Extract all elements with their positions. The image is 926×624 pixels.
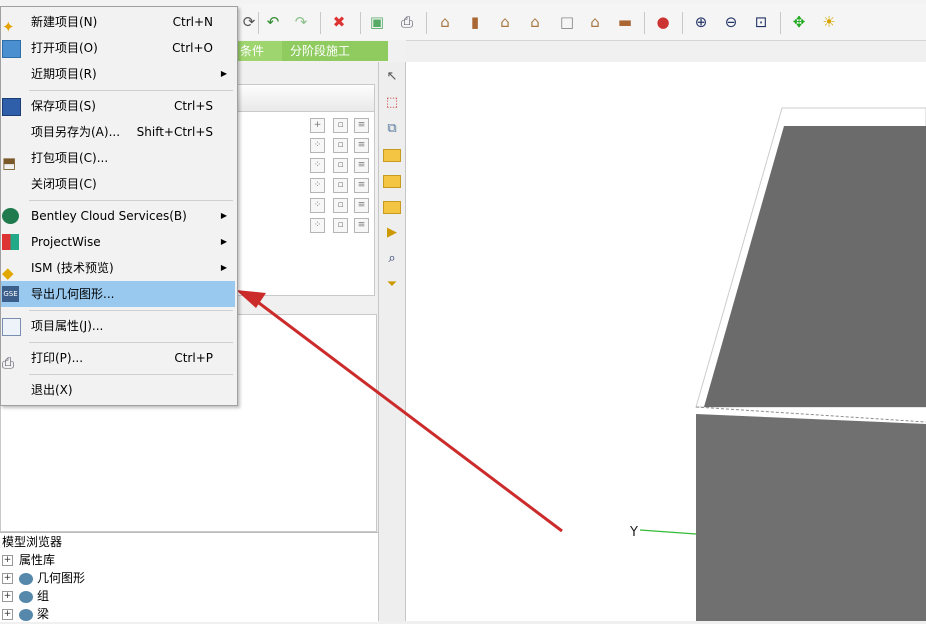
menu-item-recent-projects[interactable]: 近期项目(R) ▶: [1, 61, 235, 87]
menu-item-export-geometry[interactable]: GSE 导出几何图形...: [1, 281, 235, 307]
print-icon: ⎙: [2, 354, 15, 372]
submenu-arrow-icon: ▶: [220, 69, 227, 78]
menu-item-new-project[interactable]: ✦ 新建项目(N) Ctrl+N: [1, 9, 235, 36]
menu-item-print[interactable]: ⎙ 打印(P)... Ctrl+P: [1, 345, 235, 372]
properties-icon: [2, 318, 21, 336]
new-project-icon: ✦: [2, 18, 15, 36]
menu-item-exit[interactable]: 退出(X): [1, 377, 235, 403]
menu-item-projectwise[interactable]: ProjectWise ▶: [1, 229, 235, 255]
menu-item-open-project[interactable]: 打开项目(O) Ctrl+O: [1, 35, 235, 61]
file-menu: ✦ 新建项目(N) Ctrl+N 打开项目(O) Ctrl+O 近期项目(R) ▶ 保…: [0, 6, 238, 406]
menu-item-project-properties[interactable]: 项目属性(J)...: [1, 313, 235, 339]
open-project-icon: [2, 40, 21, 58]
menu-item-bentley-cloud[interactable]: Bentley Cloud Services(B) ▶: [1, 203, 235, 229]
submenu-arrow-icon: ▶: [220, 263, 227, 272]
package-icon: ⬒: [2, 154, 17, 172]
menu-item-package-project[interactable]: ⬒ 打包项目(C)...: [1, 145, 235, 172]
menu-item-close-project[interactable]: 关闭项目(C): [1, 171, 235, 197]
menu-item-save-project[interactable]: 保存项目(S) Ctrl+S: [1, 93, 235, 119]
arrow-shaft: [254, 298, 563, 533]
save-icon: [2, 98, 21, 116]
submenu-arrow-icon: ▶: [220, 211, 227, 220]
menu-item-save-as[interactable]: 项目另存为(A)... Shift+Ctrl+S: [1, 119, 235, 145]
gse-icon: GSE: [2, 286, 19, 302]
ism-icon: ◆: [2, 264, 14, 282]
bentley-cloud-icon: [2, 208, 19, 224]
submenu-arrow-icon: ▶: [220, 237, 227, 246]
menu-item-ism[interactable]: ◆ ISM (技术预览) ▶: [1, 255, 235, 282]
projectwise-icon: [2, 234, 19, 250]
